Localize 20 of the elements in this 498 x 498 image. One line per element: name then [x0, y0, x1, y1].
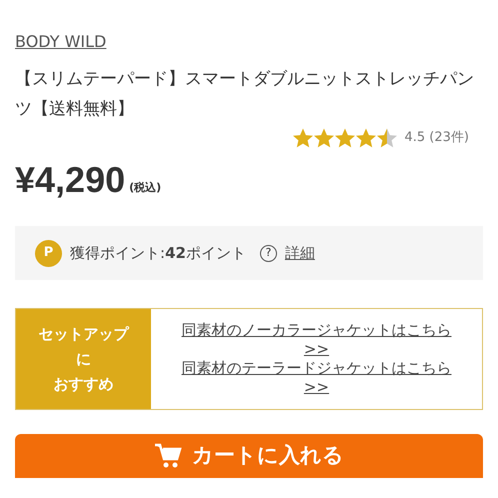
setup-label: セットアップ — [38, 324, 128, 344]
star-icon — [356, 128, 376, 148]
setup-link[interactable]: 同素材のテーラードジャケットはこちら >> — [181, 359, 452, 397]
points-badge: P — [35, 240, 62, 266]
product-title: 【スリムテーパード】スマートダブルニットストレッチパンツ【送料無料】 — [15, 68, 475, 121]
star-icon — [292, 128, 312, 148]
points-text: 獲得ポイント:42ポイント — [70, 242, 246, 264]
star-icon — [334, 128, 354, 148]
setup-label: に — [76, 348, 91, 370]
rating-count: 4.5 (23件) — [404, 129, 469, 148]
price: ¥4,290 — [15, 162, 126, 198]
cart-icon — [154, 443, 182, 469]
brand-link[interactable]: BODY WILD — [15, 30, 106, 54]
details-link[interactable]: 詳細 — [284, 242, 315, 264]
setup-link[interactable]: 同素材のノーカラージャケットはこちら >> — [181, 321, 452, 359]
star-icon — [314, 128, 334, 148]
tax-note: (税込) — [129, 180, 162, 196]
star-icon — [376, 128, 396, 148]
setup-label: おすすめ — [54, 374, 114, 394]
help-icon[interactable]: ? — [260, 244, 277, 262]
